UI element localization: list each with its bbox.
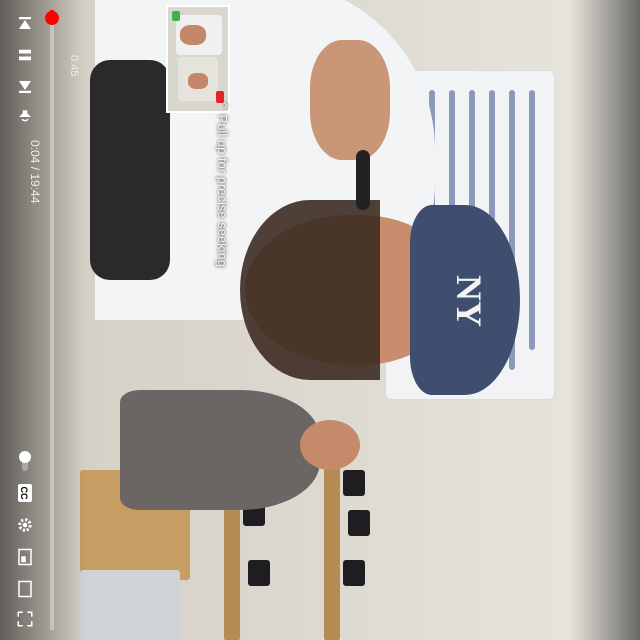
camera-object [348,510,370,536]
camera-object [343,470,365,496]
background-person [120,390,320,510]
skip-next-icon[interactable] [10,74,40,100]
presenter-hand [310,40,390,160]
video-frame[interactable]: NY [0,0,640,640]
wall-shelf [324,440,340,640]
progress-scrubber[interactable] [45,11,59,26]
seek-hint: ⌃ Pull up for precise seeking [215,100,230,268]
seek-preview-thumbnail [166,5,230,113]
time-display: 0:04 / 19:44 [28,140,42,204]
camera-object [343,560,365,586]
chevron-up-icon: ⌃ [215,100,230,111]
progress-bar[interactable] [45,10,59,630]
hover-time-label: 0:45 [68,55,80,77]
autoplay-toggle-icon[interactable] [10,448,40,474]
svg-text:CC: CC [19,487,29,500]
theater-mode-icon[interactable] [10,576,40,602]
top-gradient [570,0,640,640]
pause-icon[interactable] [10,42,40,68]
lavalier-microphone [356,150,370,210]
volume-icon[interactable] [10,104,40,130]
cap-logo: NY [449,275,489,327]
gear-icon[interactable] [10,512,40,538]
captions-icon[interactable]: CC [10,480,40,506]
screen: NY ⌃ Pull up for precise seeking 0:45 0:… [0,0,640,640]
silver-play-button-plaque [80,570,180,640]
presenter-beard [240,200,380,380]
background-person-head [300,420,360,470]
fullscreen-icon[interactable] [10,606,40,632]
video-player[interactable]: NY ⌃ Pull up for precise seeking 0:45 0:… [0,0,640,640]
miniplayer-icon[interactable] [10,544,40,570]
skip-previous-icon[interactable] [10,10,40,36]
office-chair [90,60,170,280]
camera-object [248,560,270,586]
